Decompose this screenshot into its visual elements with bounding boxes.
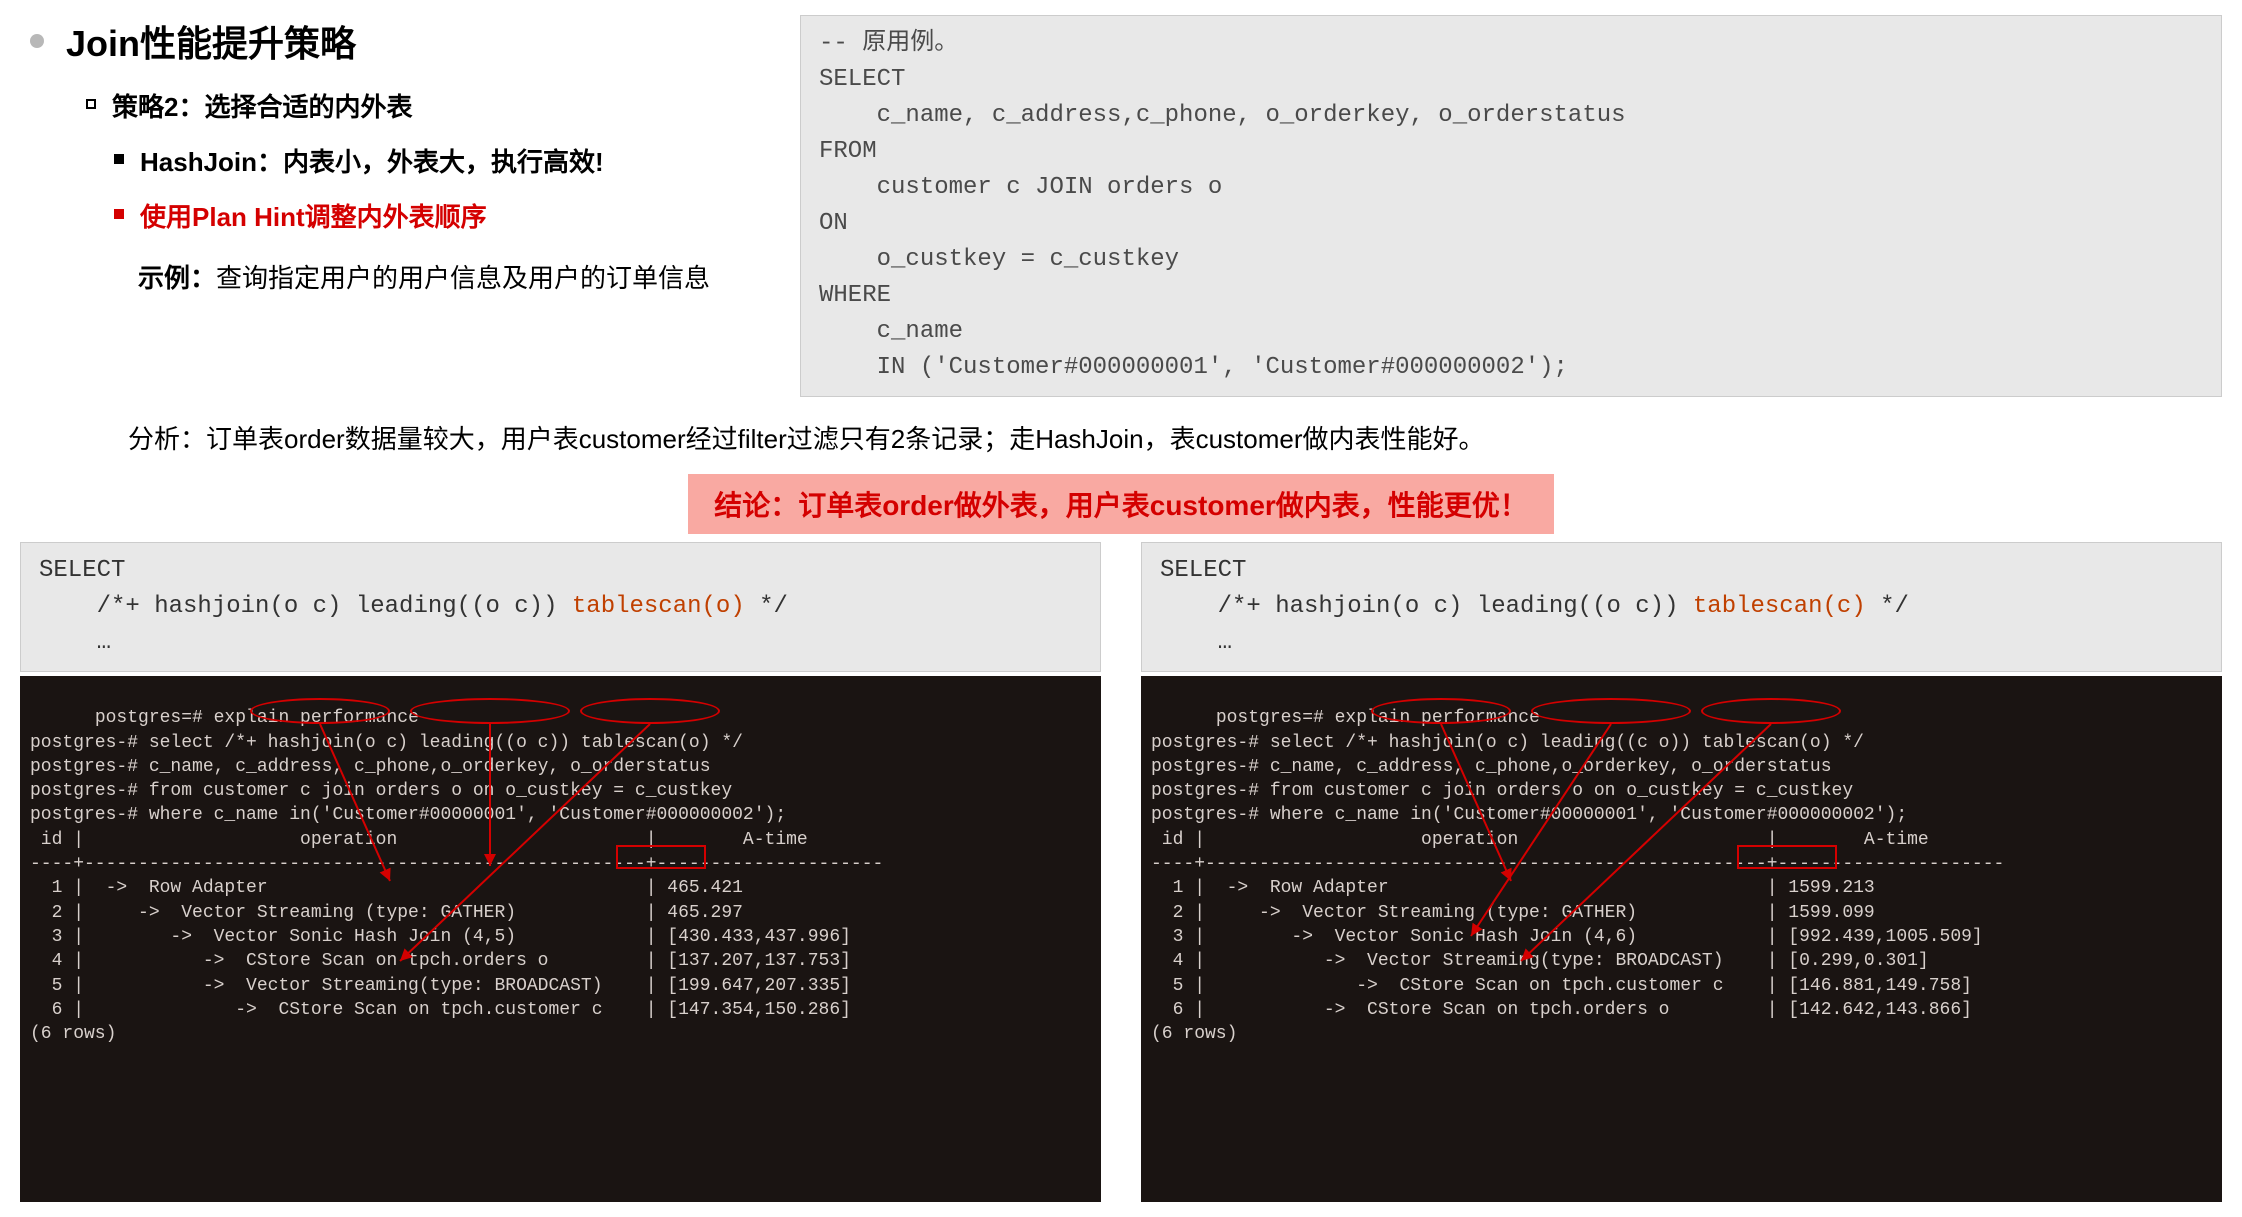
right-terminal: postgres=# explain performance postgres-… xyxy=(1141,676,2222,1202)
conclusion-highlight: 结论：订单表order做外表，用户表customer做内表，性能更优！ xyxy=(688,474,1554,534)
conclusion-row: 结论：订单表order做外表，用户表customer做内表，性能更优！ xyxy=(20,474,2222,534)
sql-highlight: tablescan(c) xyxy=(1693,593,1866,620)
top-section: Join性能提升策略 策略2：选择合适的内外表 HashJoin：内表小，外表大… xyxy=(20,15,2222,397)
square-icon xyxy=(114,154,124,164)
example-label: 示例： xyxy=(138,263,216,293)
terminal-text: postgres=# explain performance postgres-… xyxy=(30,708,883,1044)
circle-annotation xyxy=(580,698,720,724)
terminal-text: postgres=# explain performance postgres-… xyxy=(1151,708,2004,1044)
main-title-row: Join性能提升策略 xyxy=(30,15,780,67)
sql-pre: SELECT /*+ hashjoin(o c) leading((o c)) xyxy=(39,557,572,620)
circle-annotation xyxy=(1531,698,1691,724)
square-outline-icon xyxy=(86,99,96,109)
hashjoin-row: HashJoin：内表小，外表大，执行高效! xyxy=(114,142,780,179)
bullet-dot-icon xyxy=(30,34,44,48)
left-terminal: postgres=# explain performance postgres-… xyxy=(20,676,1101,1202)
left-text-column: Join性能提升策略 策略2：选择合适的内外表 HashJoin：内表小，外表大… xyxy=(20,15,780,295)
sub-list: 策略2：选择合适的内外表 HashJoin：内表小，外表大，执行高效! 使用Pl… xyxy=(30,87,780,234)
original-sql-block: -- 原用例。 SELECT c_name, c_address,c_phone… xyxy=(800,15,2222,397)
hashjoin-text: HashJoin：内表小，外表大，执行高效! xyxy=(140,142,604,179)
sql-highlight: tablescan(o) xyxy=(572,593,745,620)
example-line: 示例：查询指定用户的用户信息及用户的订单信息 xyxy=(30,258,780,295)
circle-annotation xyxy=(410,698,570,724)
circle-annotation xyxy=(1701,698,1841,724)
right-plan-column: SELECT /*+ hashjoin(o c) leading((o c)) … xyxy=(1141,542,2222,1202)
analysis-text: 分析：订单表order数据量较大，用户表customer经过filter过滤只有… xyxy=(20,419,2222,456)
strategy-label: 策略2：选择合适的内外表 xyxy=(112,87,412,124)
sql-pre: SELECT /*+ hashjoin(o c) leading((o c)) xyxy=(1160,557,1693,620)
example-text: 查询指定用户的用户信息及用户的订单信息 xyxy=(216,263,710,293)
planhint-row: 使用Plan Hint调整内外表顺序 xyxy=(114,197,780,234)
square-icon xyxy=(114,209,124,219)
right-plan-sql: SELECT /*+ hashjoin(o c) leading((o c)) … xyxy=(1141,542,2222,672)
planhint-text: 使用Plan Hint调整内外表顺序 xyxy=(140,197,487,234)
plans-row: SELECT /*+ hashjoin(o c) leading((o c)) … xyxy=(20,542,2222,1202)
left-plan-sql: SELECT /*+ hashjoin(o c) leading((o c)) … xyxy=(20,542,1101,672)
left-plan-column: SELECT /*+ hashjoin(o c) leading((o c)) … xyxy=(20,542,1101,1202)
main-title: Join性能提升策略 xyxy=(66,15,356,67)
strategy-row: 策略2：选择合适的内外表 xyxy=(86,87,780,124)
